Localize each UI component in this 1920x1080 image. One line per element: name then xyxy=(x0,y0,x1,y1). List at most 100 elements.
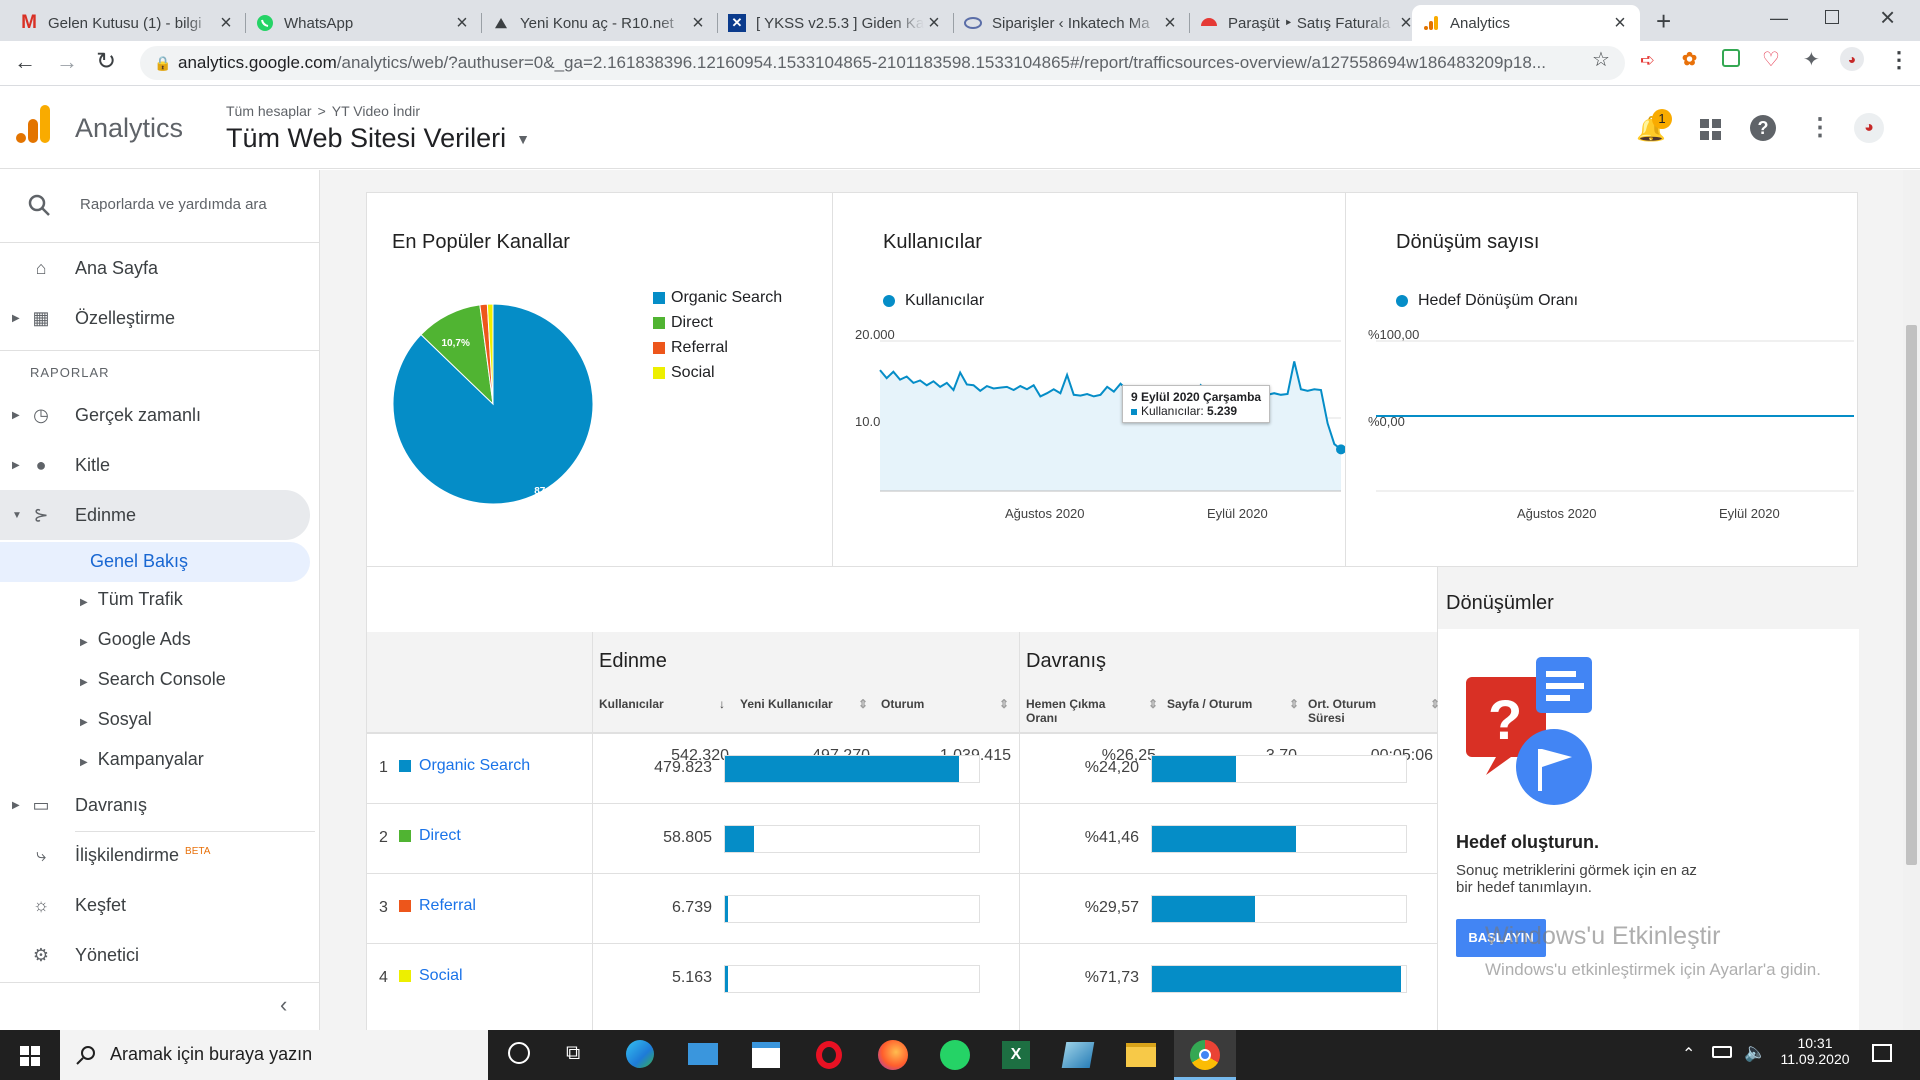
cortana-icon[interactable] xyxy=(508,1042,530,1064)
tooltip-swatch xyxy=(1131,409,1137,415)
group-behavior: Davranış xyxy=(1026,650,1107,672)
nav-behavior[interactable]: ▶ ▭ Davranış xyxy=(0,785,320,825)
profile-avatar[interactable]: ◕ xyxy=(1840,47,1864,71)
chrome-icon-center xyxy=(1199,1049,1211,1061)
close-icon[interactable]: × xyxy=(1610,12,1630,35)
more-vert-icon[interactable]: ⋮ xyxy=(1808,113,1832,142)
close-icon[interactable]: × xyxy=(1160,12,1180,35)
battery-icon[interactable] xyxy=(1712,1046,1732,1058)
nav-acquisition[interactable]: ▼ ⊱ Edinme xyxy=(0,490,310,540)
new-tab-icon[interactable]: + xyxy=(1656,6,1671,37)
breadcrumb-root[interactable]: Tüm hesaplar xyxy=(226,103,312,119)
opera-icon[interactable] xyxy=(816,1041,842,1069)
nav-social[interactable]: ▶ Sosyal xyxy=(80,709,152,730)
forward-icon[interactable]: → xyxy=(56,49,78,75)
nav-home[interactable]: ⌂ Ana Sayfa xyxy=(0,248,320,288)
url-field[interactable]: 🔒 analytics.google.com/analytics/web/?au… xyxy=(140,46,1625,80)
nav-google-ads[interactable]: ▶ Google Ads xyxy=(80,629,191,650)
maximize-icon[interactable] xyxy=(1825,10,1839,24)
channel-name: Social xyxy=(419,967,463,984)
taskbar-search-box[interactable]: Aramak için buraya yazın xyxy=(60,1030,488,1080)
bookmark-star-icon[interactable]: ☆ xyxy=(1592,47,1610,72)
nav-search-console[interactable]: ▶ Search Console xyxy=(80,669,226,690)
tray-chevron-icon[interactable]: ⌃ xyxy=(1682,1044,1695,1064)
tab-gmail[interactable]: M Gelen Kutusu (1) - bilgi × xyxy=(10,5,246,41)
scrollbar-thumb[interactable] xyxy=(1906,325,1917,865)
clock-time: 10:31 xyxy=(1797,1035,1833,1051)
close-icon[interactable]: × xyxy=(688,12,708,35)
table-header xyxy=(367,632,1437,732)
extension-calendar-icon[interactable] xyxy=(1722,49,1740,67)
col-bounce[interactable]: Hemen Çıkma Oranı ⇕ xyxy=(1026,697,1158,725)
tab-whatsapp[interactable]: WhatsApp × xyxy=(246,5,482,41)
close-icon[interactable]: × xyxy=(216,12,236,35)
minimize-icon[interactable]: — xyxy=(1770,8,1788,29)
file-explorer-icon[interactable] xyxy=(1126,1043,1156,1067)
legend-social: Social xyxy=(653,364,715,382)
extension-cast-icon[interactable]: ➪ xyxy=(1640,50,1655,71)
channel-link[interactable]: Direct xyxy=(399,827,461,845)
address-bar: ← → ↻ 🔒 analytics.google.com/analytics/w… xyxy=(0,41,1920,86)
store-icon[interactable] xyxy=(752,1042,780,1068)
channel-link[interactable]: Referral xyxy=(399,897,476,915)
extension-heart-icon[interactable]: ♡ xyxy=(1762,47,1780,72)
excel-icon[interactable]: X xyxy=(1002,1041,1030,1069)
page-scrollbar[interactable] xyxy=(1903,170,1920,1030)
chrome-menu-icon[interactable]: ⋮ xyxy=(1888,47,1910,73)
whatsapp-icon[interactable] xyxy=(940,1040,970,1070)
search-input[interactable]: Raporlarda ve yardımda ara xyxy=(80,196,267,213)
clock[interactable]: 10:31 11.09.2020 xyxy=(1780,1035,1850,1067)
users-card-title: Kullanıcılar xyxy=(883,231,982,253)
col-pages-per-session[interactable]: Sayfa / Oturum ⇕ xyxy=(1167,697,1299,711)
nav-all-traffic[interactable]: ▶ Tüm Trafik xyxy=(80,589,183,610)
nav-audience[interactable]: ▶ ● Kitle xyxy=(0,445,320,485)
channel-link[interactable]: Organic Search xyxy=(399,757,530,775)
legend-direct: Direct xyxy=(653,314,713,332)
close-window-icon[interactable]: × xyxy=(1880,2,1895,33)
tab-analytics[interactable]: Analytics × xyxy=(1412,5,1640,41)
col-duration[interactable]: Ort. Oturum Süresi ⇕ xyxy=(1308,697,1440,725)
nav-realtime[interactable]: ▶ ◷ Gerçek zamanlı xyxy=(0,395,320,435)
nav-admin[interactable]: ⚙ Yönetici xyxy=(0,935,320,975)
extension-seo-icon[interactable]: ✿ xyxy=(1682,49,1697,70)
tab-inkatech[interactable]: Siparişler ‹ Inkatech Ma × xyxy=(954,5,1190,41)
account-avatar[interactable]: ◕ xyxy=(1854,113,1884,143)
reload-icon[interactable]: ↻ xyxy=(96,47,116,76)
extensions-puzzle-icon[interactable]: ✦ xyxy=(1803,47,1820,72)
close-icon[interactable]: × xyxy=(452,12,472,35)
col-new-users[interactable]: Yeni Kullanıcılar ⇕ xyxy=(740,697,868,711)
col-sessions[interactable]: Oturum ⇕ xyxy=(881,697,1009,711)
back-icon[interactable]: ← xyxy=(14,49,36,75)
tab-r10[interactable]: ⛰ Yeni Konu aç - R10.net × xyxy=(482,5,718,41)
help-icon[interactable]: ? xyxy=(1750,115,1776,141)
breadcrumb-account[interactable]: YT Video İndir xyxy=(332,103,420,119)
apps-grid-icon[interactable] xyxy=(1700,119,1722,141)
tab-parasut[interactable]: Paraşüt ‣ Satış Faturala × xyxy=(1190,5,1426,41)
notifications-icon[interactable] xyxy=(1872,1044,1892,1062)
sort-desc-icon: ↓ xyxy=(719,697,725,711)
close-icon[interactable]: × xyxy=(924,12,944,35)
nav-overview[interactable]: Genel Bakış xyxy=(0,542,310,582)
app-icon[interactable] xyxy=(1061,1042,1095,1068)
channels-pie-chart: 87,2% 10,7% xyxy=(392,303,594,505)
firefox-icon[interactable] xyxy=(878,1040,908,1070)
channel-link[interactable]: Social xyxy=(399,967,463,985)
nav-attribution[interactable]: ⤷ İlişkilendirme BETA xyxy=(0,835,320,875)
nav-customization[interactable]: ▶ ▦ Özelleştirme xyxy=(0,298,320,338)
table-row: 1 Organic Search 479.823 %24,20 xyxy=(367,733,1437,803)
tab-ykss[interactable]: ✕ [ YKSS v2.5.3 ] Giden Ka × xyxy=(718,5,954,41)
nav-campaigns[interactable]: ▶ Kampanyalar xyxy=(80,749,204,770)
view-selector[interactable]: Tüm Web Sitesi Verileri ▼ xyxy=(226,123,530,154)
col-users[interactable]: Kullanıcılar ↓ xyxy=(599,697,725,711)
edge-icon[interactable] xyxy=(626,1040,654,1068)
attribution-icon: ⤷ xyxy=(35,844,47,865)
taskbar-chrome-active[interactable] xyxy=(1174,1030,1236,1080)
mail-icon[interactable] xyxy=(688,1043,718,1065)
volume-icon[interactable]: 🔈 xyxy=(1744,1042,1766,1063)
windows-start-icon[interactable] xyxy=(20,1046,40,1066)
nav-discover[interactable]: ☼ Keşfet xyxy=(0,885,320,925)
collapse-sidebar-icon[interactable]: ‹ xyxy=(280,992,287,1018)
legend-label: Kullanıcılar xyxy=(905,292,985,309)
task-view-icon[interactable]: ⧉ xyxy=(566,1042,580,1065)
nav-label: Search Console xyxy=(97,669,226,689)
